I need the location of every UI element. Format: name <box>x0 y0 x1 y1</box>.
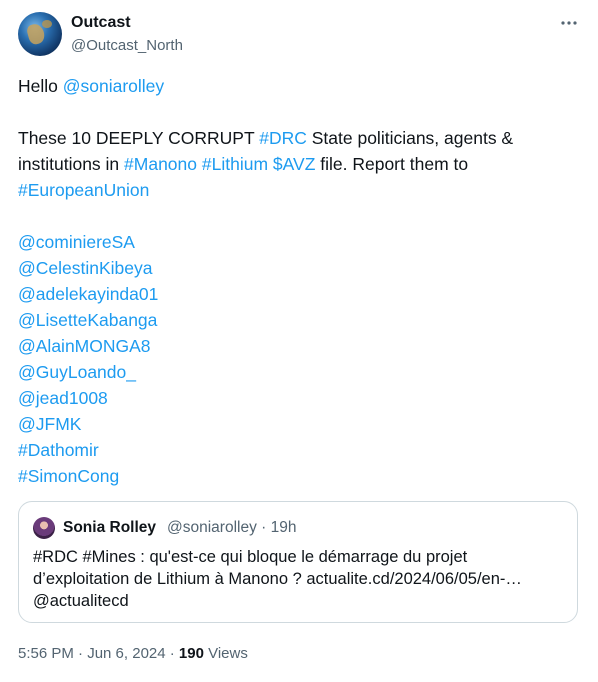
timestamp[interactable]: 5:56 PM · Jun 6, 2024 · <box>18 645 179 662</box>
hashtag-link[interactable]: #Dathomir <box>18 437 578 463</box>
avatar-landmass <box>42 20 52 28</box>
mention-link[interactable]: @jead1008 <box>18 385 578 411</box>
hashtag-link[interactable]: #DRC <box>259 128 307 148</box>
hashtag-link[interactable]: #EuropeanUnion <box>18 180 149 200</box>
quoted-text-line: #RDC #Mines : qu'est-ce qui bloque le dé… <box>33 548 468 566</box>
mention-link[interactable]: @soniarolley <box>63 76 164 96</box>
statement-text: file. Report them to <box>315 154 469 174</box>
mention-link[interactable]: @cominiereSA <box>18 229 578 255</box>
statement-paragraph: These 10 DEEPLY CORRUPT #DRC State polit… <box>18 125 578 203</box>
author-handle[interactable]: @Outcast_North <box>71 36 183 56</box>
author-name[interactable]: Outcast <box>71 13 131 33</box>
views-count: 190 <box>178 645 204 662</box>
quoted-author-meta: @soniarolley · 19h <box>167 519 297 536</box>
quoted-tweet-text: #RDC #Mines : qu'est-ce qui bloque le dé… <box>33 546 565 612</box>
mention-link[interactable]: @GuyLoando_ <box>18 359 578 385</box>
tweet-footer: 5:56 PM · Jun 6, 2024 · 190 Views <box>18 644 248 664</box>
tweet-text: Hello @soniarolley These 10 DEEPLY CORRU… <box>18 73 578 489</box>
more-options-icon[interactable] <box>560 14 578 32</box>
author-avatar[interactable] <box>18 12 62 56</box>
quoted-author-avatar <box>33 517 55 539</box>
quoted-tweet-card[interactable]: Sonia Rolley @soniarolley · 19h #RDC #Mi… <box>18 501 578 623</box>
quoted-text-line: d’exploitation de Lithium à Manono ? act… <box>33 570 522 588</box>
statement-text: These 10 DEEPLY CORRUPT <box>18 128 260 148</box>
quoted-text-line: @actualitecd <box>33 592 129 610</box>
views-label: Views <box>203 645 248 662</box>
cashtag-link[interactable]: $AVZ <box>273 154 315 174</box>
mention-link[interactable]: @LisetteKabanga <box>18 307 578 333</box>
mention-link[interactable]: @CelestinKibeya <box>18 255 578 281</box>
greeting-line: Hello @soniarolley <box>18 73 578 99</box>
quoted-author-name: Sonia Rolley <box>63 519 157 536</box>
hashtag-link[interactable]: #SimonCong <box>18 463 578 489</box>
hashtag-link[interactable]: #Lithium <box>202 154 268 174</box>
mention-list: @cominiereSA @CelestinKibeya @adelekayin… <box>18 229 578 489</box>
mention-link[interactable]: @AlainMONGA8 <box>18 333 578 359</box>
hashtag-link[interactable]: #Manono <box>124 154 197 174</box>
mention-link[interactable]: @JFMK <box>18 411 578 437</box>
mention-link[interactable]: @adelekayinda01 <box>18 281 578 307</box>
greeting-text: Hello <box>18 76 63 96</box>
